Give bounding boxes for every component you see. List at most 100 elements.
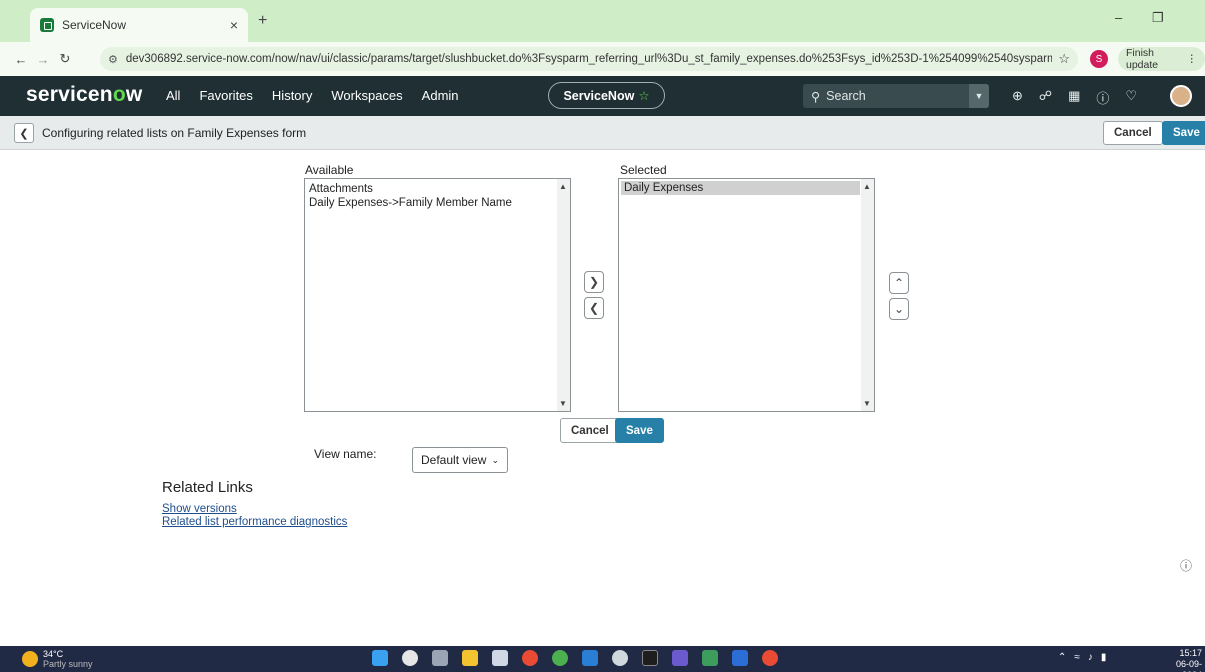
finish-update-button[interactable]: Finish update ⋮ xyxy=(1118,47,1205,71)
global-search[interactable]: ⚲ Search ▼ xyxy=(803,84,989,108)
scroll-up-icon[interactable]: ▲ xyxy=(863,182,871,191)
back-icon[interactable]: ← xyxy=(10,52,32,67)
menu-history[interactable]: History xyxy=(272,88,312,103)
header-save-button[interactable]: Save xyxy=(1162,121,1205,145)
available-scrollbar[interactable]: ▲ ▼ xyxy=(557,179,570,411)
available-item-daily-expenses-family-member[interactable]: Daily Expenses->Family Member Name xyxy=(305,196,570,210)
chevron-down-icon: ⌄ xyxy=(491,454,499,465)
instance-pill[interactable]: ServiceNow ☆ xyxy=(548,82,665,109)
menu-favorites[interactable]: Favorites xyxy=(199,88,252,103)
task-view-icon[interactable] xyxy=(432,650,448,666)
app-icon[interactable] xyxy=(612,650,628,666)
taskbar-clock[interactable]: 15:17 06-09-2024 xyxy=(1162,648,1202,672)
bookmark-star-icon[interactable]: ☆ xyxy=(1058,51,1070,67)
browser-tab-strip: ServiceNow × + – ❐ xyxy=(0,0,1205,42)
favorite-star-icon[interactable]: ☆ xyxy=(638,88,649,103)
scroll-down-icon[interactable]: ▼ xyxy=(559,399,567,408)
minimize-icon[interactable]: – xyxy=(1115,10,1122,25)
taskbar-apps xyxy=(372,650,778,666)
system-tray: ⌃ ≈ ♪ ▮ xyxy=(1058,652,1106,663)
partly-sunny-icon xyxy=(22,651,38,667)
search-icon: ⚲ xyxy=(811,89,821,104)
info-icon[interactable]: ⓘ xyxy=(1180,557,1192,574)
save-button[interactable]: Save xyxy=(615,418,664,443)
browser-tab[interactable]: ServiceNow × xyxy=(30,8,248,42)
selected-item-daily-expenses[interactable]: Daily Expenses xyxy=(621,181,860,195)
view-name-label: View name: xyxy=(314,447,377,461)
related-list-performance-link[interactable]: Related list performance diagnostics xyxy=(162,516,347,528)
menu-workspaces[interactable]: Workspaces xyxy=(331,88,402,103)
form-header: ❮ Configuring related lists on Family Ex… xyxy=(0,116,1205,150)
url-text: dev306892.service-now.com/now/nav/ui/cla… xyxy=(125,53,1053,65)
app2-icon[interactable] xyxy=(702,650,718,666)
servicenow-logo[interactable]: servicenow xyxy=(26,83,142,107)
reload-icon[interactable]: ↻ xyxy=(54,51,76,67)
browser-toolbar: ← → ↻ ⚙ dev306892.service-now.com/now/na… xyxy=(0,42,1205,76)
add-to-selected-button[interactable]: ❯ xyxy=(584,271,604,293)
view-name-value: Default view xyxy=(421,453,487,467)
scroll-up-icon[interactable]: ▲ xyxy=(559,182,567,191)
main-menu: All Favorites History Workspaces Admin xyxy=(166,88,459,103)
temperature: 34°C xyxy=(43,649,64,659)
available-item-attachments[interactable]: Attachments xyxy=(305,179,570,196)
selected-scrollbar[interactable]: ▲ ▼ xyxy=(861,179,874,411)
weather-widget[interactable]: 34°C Partly sunny xyxy=(22,649,93,669)
forward-icon[interactable]: → xyxy=(32,52,54,67)
search-placeholder: Search xyxy=(826,89,866,103)
address-bar[interactable]: ⚙ dev306892.service-now.com/now/nav/ui/c… xyxy=(100,47,1078,71)
instance-name: ServiceNow xyxy=(563,88,635,103)
tray-chevron-up-icon[interactable]: ⌃ xyxy=(1058,652,1066,663)
wifi-icon[interactable]: ≈ xyxy=(1074,652,1080,663)
show-versions-link[interactable]: Show versions xyxy=(162,503,237,515)
selected-list[interactable]: Daily Expenses ▲ ▼ xyxy=(618,178,875,412)
vscode-icon[interactable] xyxy=(582,650,598,666)
battery-icon[interactable]: ▮ xyxy=(1101,652,1107,663)
notifications-bell-icon[interactable]: ♡ xyxy=(1125,88,1137,107)
selected-label: Selected xyxy=(620,163,667,177)
notepad-icon[interactable] xyxy=(732,650,748,666)
maximize-icon[interactable]: ❐ xyxy=(1152,10,1164,26)
new-tab-button[interactable]: + xyxy=(258,12,267,30)
help-icon[interactable]: ⓘ xyxy=(1096,88,1109,107)
store-icon[interactable] xyxy=(492,650,508,666)
windows-start-icon[interactable] xyxy=(372,650,388,666)
chrome-profile-icon[interactable] xyxy=(552,650,568,666)
photos-icon[interactable] xyxy=(672,650,688,666)
weather-text: Partly sunny xyxy=(43,659,93,669)
back-button[interactable]: ❮ xyxy=(14,123,34,143)
move-up-button[interactable]: ⌃ xyxy=(889,272,909,294)
scroll-down-icon[interactable]: ▼ xyxy=(863,399,871,408)
header-icons: ⊕ ☍ ▦ ⓘ ♡ xyxy=(1012,88,1137,107)
chrome-icon[interactable] xyxy=(522,650,538,666)
menu-admin[interactable]: Admin xyxy=(422,88,459,103)
search-scope-chevron-icon[interactable]: ▼ xyxy=(969,84,989,108)
move-down-button[interactable]: ⌄ xyxy=(889,298,909,320)
file-explorer-icon[interactable] xyxy=(462,650,478,666)
chrome-alt-icon[interactable] xyxy=(762,650,778,666)
available-label: Available xyxy=(305,163,354,177)
user-avatar[interactable] xyxy=(1170,85,1192,107)
menu-all[interactable]: All xyxy=(166,88,180,103)
servicenow-header: servicenow All Favorites History Workspa… xyxy=(0,76,1205,116)
windows-taskbar: 34°C Partly sunny ⌃ ≈ ♪ ▮ 15:17 06-09-20… xyxy=(0,646,1205,672)
logo-w: w xyxy=(125,83,143,106)
globe-icon[interactable]: ⊕ xyxy=(1012,88,1023,107)
terminal-icon[interactable] xyxy=(642,650,658,666)
close-tab-icon[interactable]: × xyxy=(230,17,238,33)
connect-chat-icon[interactable]: ☍ xyxy=(1039,88,1052,107)
servicenow-favicon-icon xyxy=(40,18,54,32)
remove-from-selected-button[interactable]: ❮ xyxy=(584,297,604,319)
taskbar-search-icon[interactable] xyxy=(402,650,418,666)
site-settings-icon[interactable]: ⚙ xyxy=(108,53,118,66)
related-links-title: Related Links xyxy=(162,479,253,496)
logo-text: servicen xyxy=(26,83,113,106)
volume-icon[interactable]: ♪ xyxy=(1088,652,1093,663)
impersonate-icon[interactable]: ▦ xyxy=(1068,88,1080,107)
browser-tab-title: ServiceNow xyxy=(62,18,127,32)
cancel-button[interactable]: Cancel xyxy=(560,418,620,443)
view-name-select[interactable]: Default view ⌄ xyxy=(412,447,508,473)
available-list[interactable]: Attachments Daily Expenses->Family Membe… xyxy=(304,178,571,412)
header-cancel-button[interactable]: Cancel xyxy=(1103,121,1163,145)
finish-update-label: Finish update xyxy=(1126,47,1159,71)
profile-avatar[interactable]: S xyxy=(1090,50,1108,68)
